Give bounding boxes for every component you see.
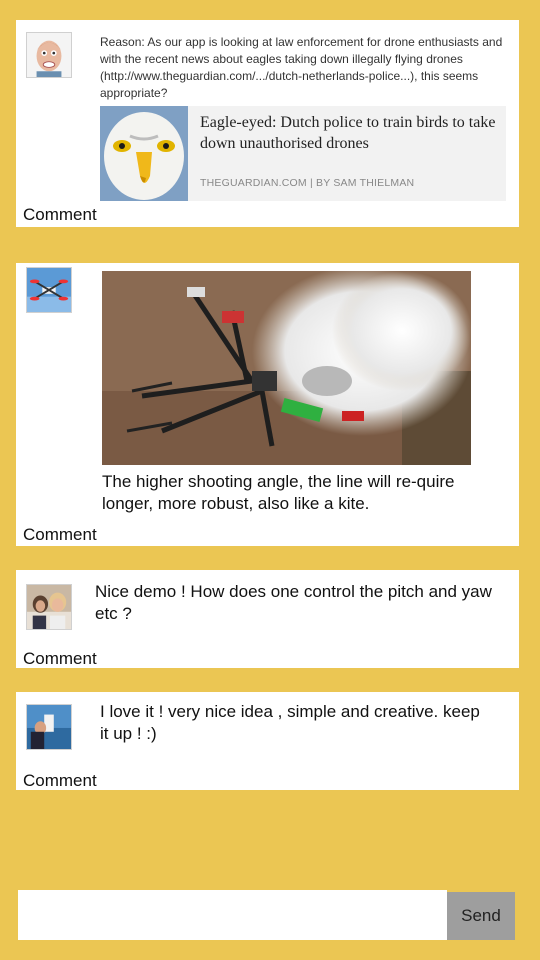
- post-card-3: Nice demo ! How does one control the pit…: [16, 570, 519, 668]
- message-composer: Send: [18, 890, 517, 942]
- eagle-thumbnail: [100, 106, 188, 201]
- post-card-1: Reason: As our app is looking at law enf…: [16, 20, 519, 227]
- link-source: THEGUARDIAN.COM | BY SAM THIELMAN: [200, 177, 415, 189]
- comment-link[interactable]: Comment: [23, 205, 97, 225]
- comment-link[interactable]: Comment: [23, 771, 97, 791]
- post-text: I love it ! very nice idea , simple and …: [100, 702, 480, 743]
- send-button[interactable]: Send: [447, 892, 515, 940]
- user-avatar[interactable]: [26, 704, 72, 750]
- user-avatar[interactable]: [26, 267, 72, 313]
- message-input[interactable]: [18, 890, 447, 940]
- post-text: The higher shooting angle, the line will…: [102, 472, 455, 513]
- link-preview[interactable]: Eagle-eyed: Dutch police to train birds …: [100, 106, 506, 201]
- post-text: Nice demo ! How does one control the pit…: [95, 582, 492, 623]
- link-title[interactable]: Eagle-eyed: Dutch police to train birds …: [200, 112, 500, 154]
- post-photo[interactable]: [102, 271, 471, 465]
- share-message: Reason: As our app is looking at law enf…: [100, 35, 503, 100]
- comment-link[interactable]: Comment: [23, 525, 97, 545]
- comment-link[interactable]: Comment: [23, 649, 97, 669]
- user-avatar[interactable]: [26, 32, 72, 78]
- post-card-2: The higher shooting angle, the line will…: [16, 263, 519, 546]
- post-card-4: I love it ! very nice idea , simple and …: [16, 692, 519, 790]
- user-avatar[interactable]: [26, 584, 72, 630]
